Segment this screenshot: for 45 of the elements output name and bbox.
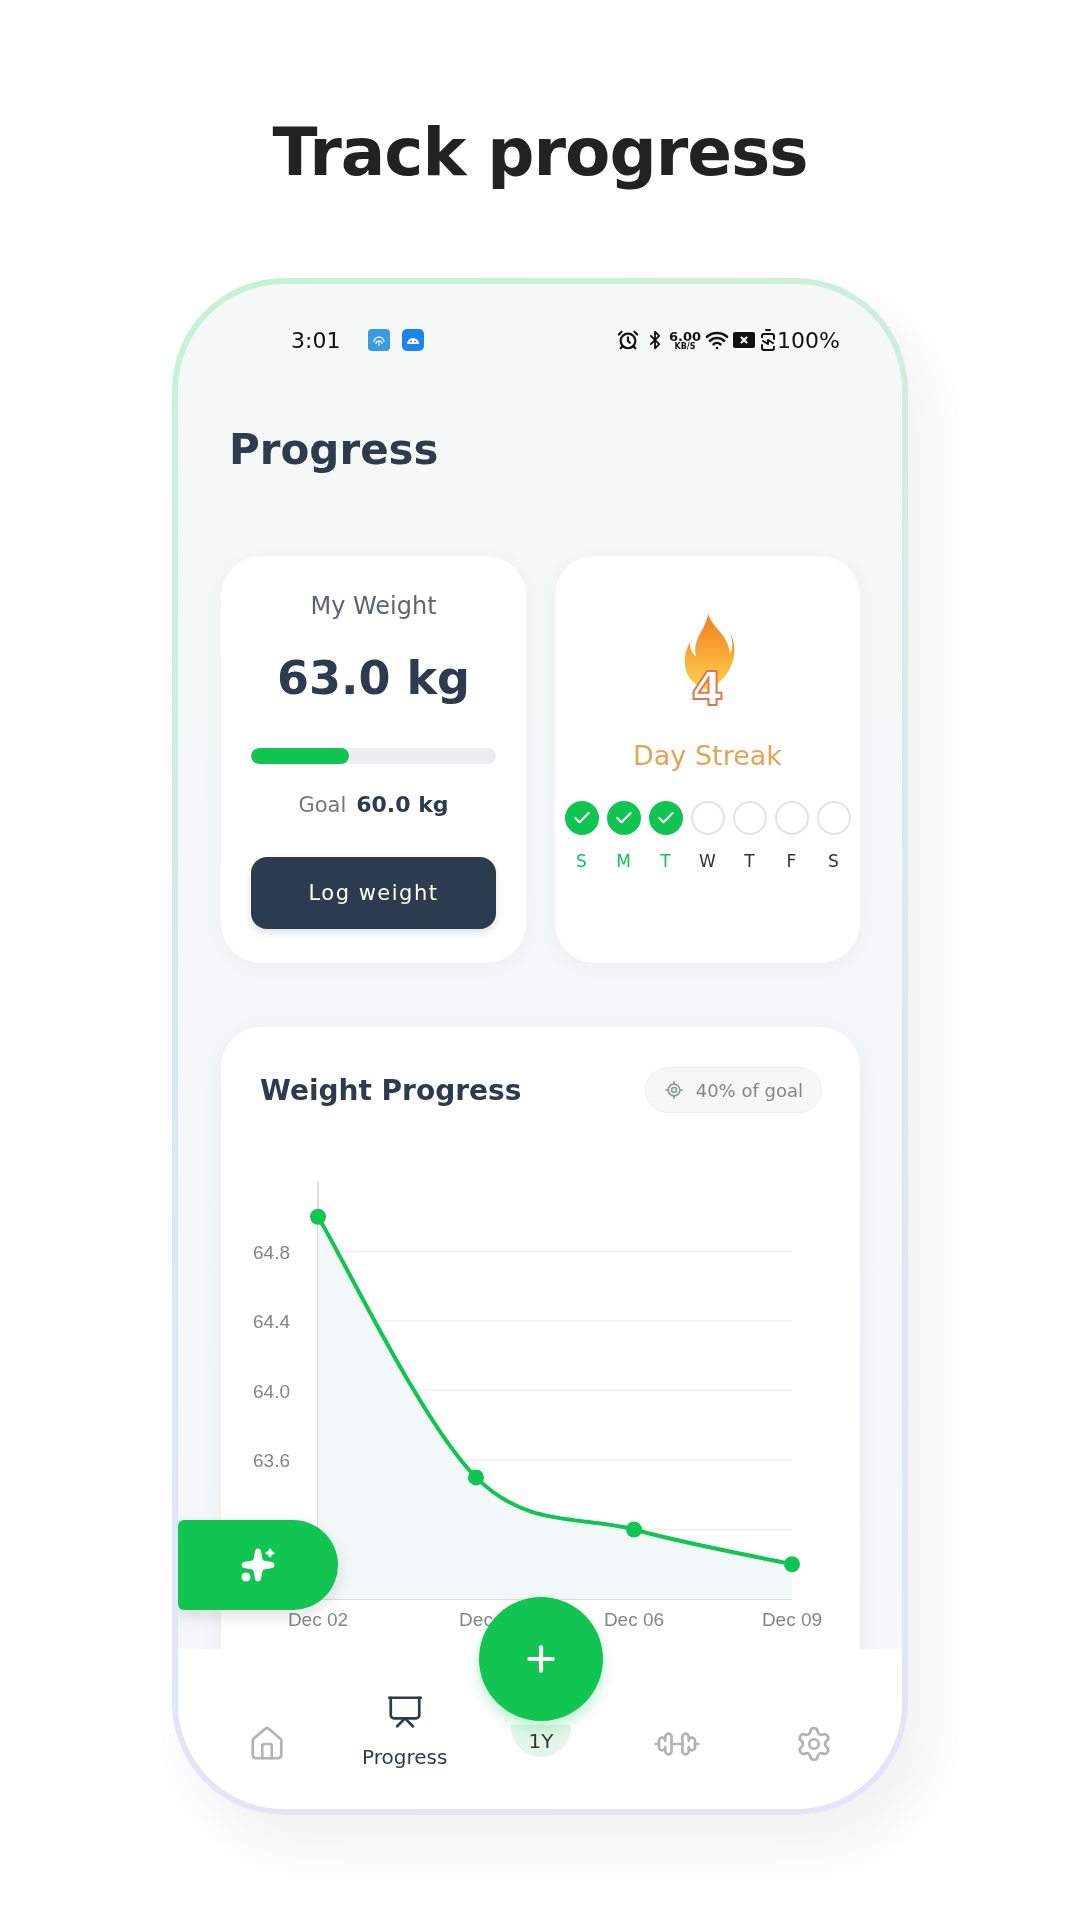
y-tick-label: 64.4 <box>253 1311 290 1332</box>
robot-app-icon <box>402 329 425 351</box>
day-letter: T <box>660 851 671 871</box>
data-off-icon <box>733 332 756 348</box>
y-tick-label: 64.8 <box>253 1241 290 1263</box>
weight-value: 63.0 kg <box>277 651 470 705</box>
settings-icon <box>795 1725 833 1763</box>
ai-button[interactable] <box>178 1520 338 1610</box>
day-letter: S <box>828 851 839 871</box>
battery-percent: 100% <box>777 327 840 353</box>
nav-item[interactable] <box>248 1725 286 1763</box>
day-letter: M <box>616 851 631 871</box>
x-tick-label: Dec 09 <box>761 1609 823 1630</box>
nav-item[interactable] <box>795 1725 833 1763</box>
day-letter: T <box>744 851 755 871</box>
data-point <box>784 1556 800 1573</box>
day-letter: W <box>699 851 716 871</box>
status-time: 3:01 <box>291 327 341 353</box>
chart-board-icon <box>385 1693 424 1731</box>
net-speed: 6.00 <box>669 329 702 343</box>
card-title: My Weight <box>310 592 437 620</box>
x-tick-label: Dec 02 <box>287 1609 349 1630</box>
badge-text: 40% of goal <box>695 1079 803 1101</box>
goal-value: 60.0 kg <box>356 792 449 817</box>
net-speed-unit: KB/S <box>674 342 696 351</box>
headline: Track progress <box>272 113 808 193</box>
data-point <box>468 1469 484 1486</box>
nav-item[interactable]: Progress <box>362 1693 448 1769</box>
y-tick-label: 64.0 <box>253 1380 290 1402</box>
alarm-icon <box>617 329 639 351</box>
page-title: Progress <box>229 425 440 474</box>
streak-label: Day Streak <box>633 740 782 771</box>
goal-label: Goal <box>298 793 347 817</box>
x-tick-label: Dec 06 <box>603 1609 665 1630</box>
y-tick-label: 63.6 <box>253 1450 290 1471</box>
data-point <box>626 1521 642 1538</box>
day-letter: F <box>786 851 797 871</box>
sparkle-icon <box>240 1547 276 1583</box>
chart-title: Weight Progress <box>260 1073 522 1107</box>
log-weight-button[interactable]: Log weight <box>251 857 496 929</box>
x-tick-label: Dec <box>459 1609 493 1630</box>
day-letter: S <box>576 851 587 871</box>
target-icon <box>663 1080 684 1100</box>
home-icon <box>248 1725 286 1763</box>
data-point <box>310 1208 326 1225</box>
